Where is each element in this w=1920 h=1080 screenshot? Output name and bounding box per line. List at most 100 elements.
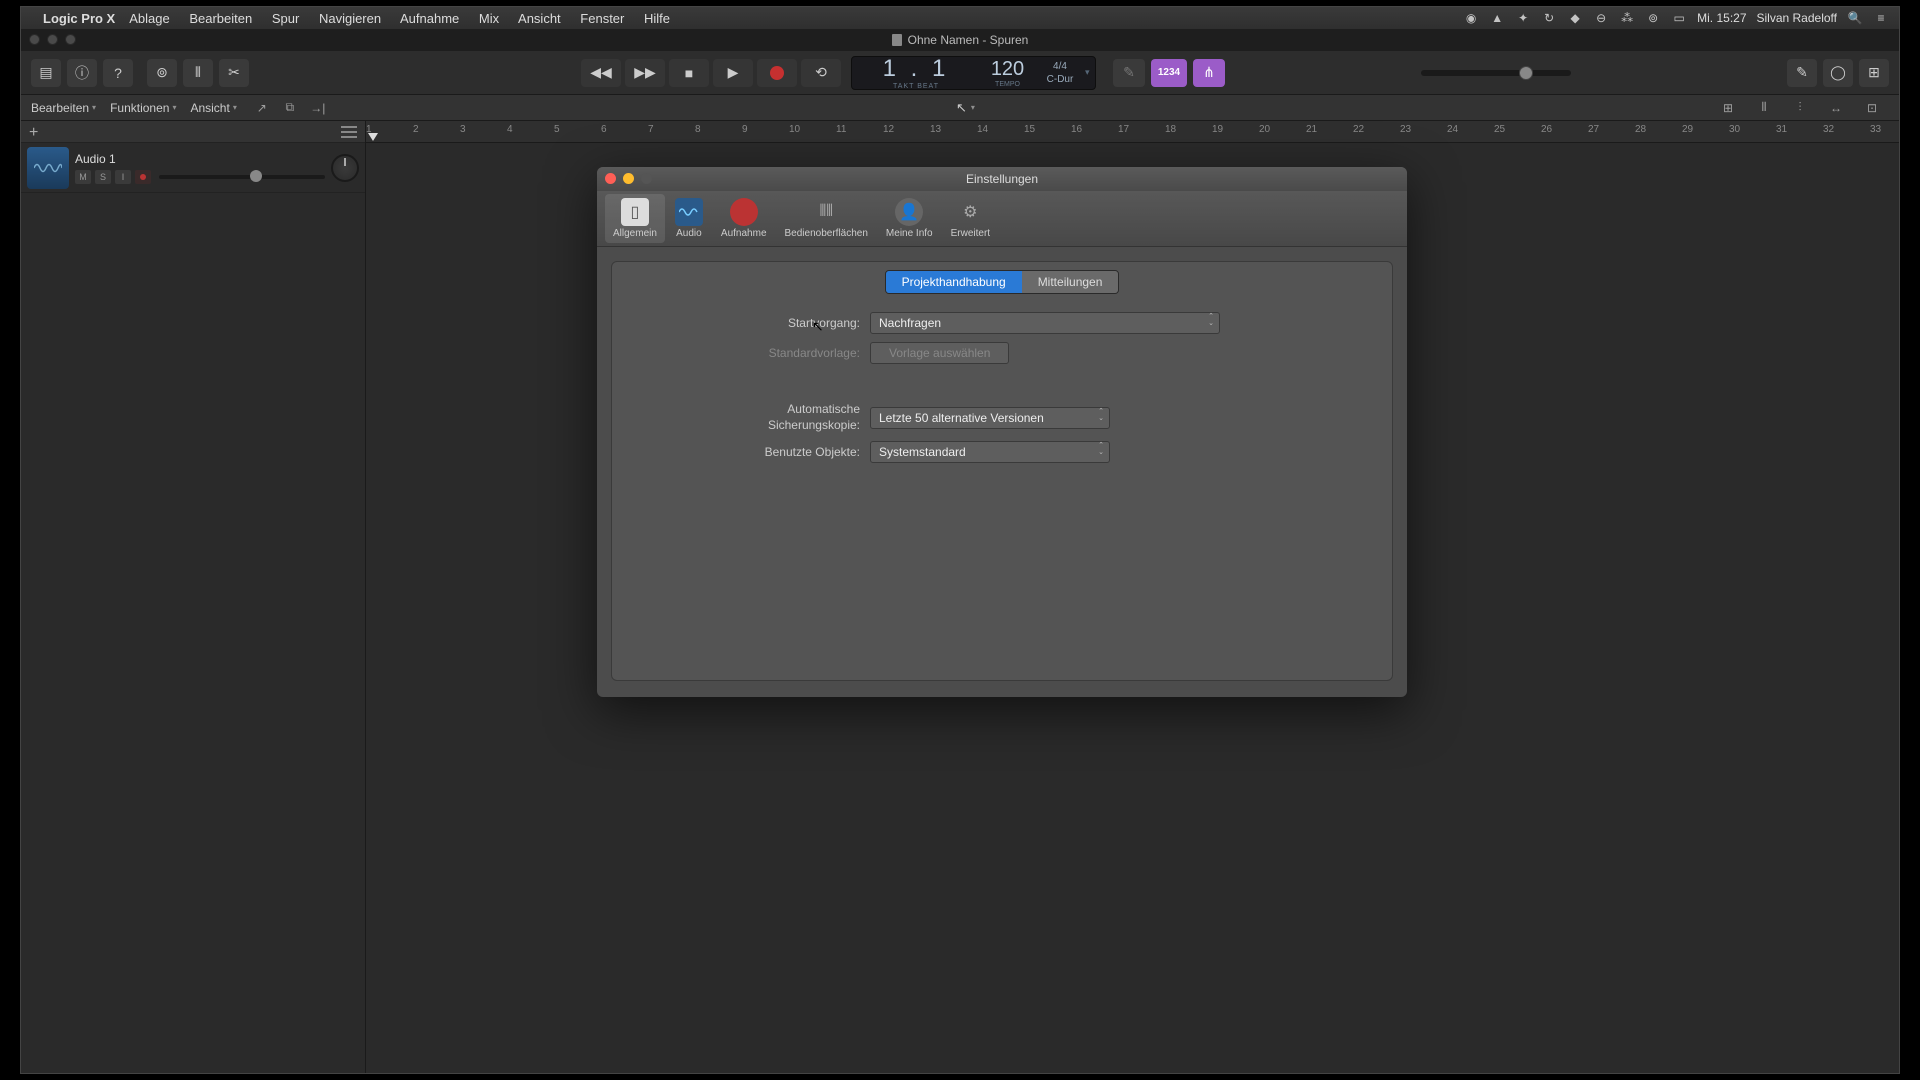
button-vorlage-auswaehlen[interactable]: Vorlage auswählen: [870, 342, 1009, 364]
track-row[interactable]: Audio 1 M S I: [21, 143, 365, 193]
tuner-button[interactable]: ⋔: [1193, 59, 1225, 87]
prefs-close-button[interactable]: [605, 173, 616, 184]
tab-meine-info[interactable]: 👤 Meine Info: [878, 194, 941, 243]
track-name[interactable]: Audio 1: [75, 152, 325, 166]
tab-erweitert[interactable]: ⚙ Erweitert: [943, 194, 998, 243]
edit-menu[interactable]: Bearbeiten: [31, 101, 96, 115]
catch-icon[interactable]: →|: [307, 99, 329, 117]
snap-icon[interactable]: ⊞: [1717, 99, 1739, 117]
slider-thumb[interactable]: [1519, 66, 1533, 80]
smart-controls-button[interactable]: ⊚: [147, 59, 177, 87]
menubar-user[interactable]: Silvan Radeloff: [1757, 11, 1838, 25]
status-icon[interactable]: ▲: [1489, 11, 1505, 25]
prefs-zoom-button: [641, 173, 652, 184]
pointer-tool-icon[interactable]: ↖: [956, 100, 967, 116]
tab-aufnahme[interactable]: Aufnahme: [713, 194, 775, 243]
rewind-button[interactable]: ◀◀: [581, 59, 621, 87]
input-monitor-button[interactable]: I: [115, 170, 131, 184]
menu-hilfe[interactable]: Hilfe: [644, 11, 670, 26]
lcd-menu-icon[interactable]: ▾: [1085, 67, 1095, 78]
master-volume-slider[interactable]: [1421, 70, 1571, 76]
status-icon[interactable]: ✦: [1515, 11, 1531, 25]
snap-icon[interactable]: ↔: [1825, 99, 1847, 117]
tab-allgemein[interactable]: ▯ Allgemein: [605, 194, 665, 243]
lcd-display[interactable]: 1 . 1 TAKT BEAT 120 TEMPO 4/4 C-Dur ▾: [851, 56, 1096, 90]
window-minimize[interactable]: [47, 34, 58, 45]
label-benutzte-objekte: Benutzte Objekte:: [630, 445, 870, 459]
add-track-button[interactable]: +: [29, 124, 49, 140]
status-icon[interactable]: ◆: [1567, 11, 1583, 25]
menu-ansicht[interactable]: Ansicht: [518, 11, 561, 26]
forward-button[interactable]: ▶▶: [625, 59, 665, 87]
lcd-key[interactable]: C-Dur: [1035, 74, 1085, 85]
menu-ablage[interactable]: Ablage: [129, 11, 169, 26]
window-close[interactable]: [29, 34, 40, 45]
snap-icon[interactable]: ⫶: [1789, 99, 1811, 117]
tab-audio[interactable]: Audio: [667, 194, 711, 243]
select-startvorgang[interactable]: Nachfragen: [870, 312, 1220, 334]
record-enable-button[interactable]: [135, 170, 151, 184]
select-sicherungskopie[interactable]: Letzte 50 alternative Versionen: [870, 407, 1110, 429]
preferences-titlebar[interactable]: Einstellungen: [597, 167, 1407, 191]
inspector-button[interactable]: ⓘ: [67, 59, 97, 87]
ruler-tick: 22: [1353, 124, 1364, 135]
play-button[interactable]: ▶: [713, 59, 753, 87]
lcd-signature[interactable]: 4/4: [1035, 61, 1085, 72]
notepad-button[interactable]: ✎: [1787, 59, 1817, 87]
functions-menu[interactable]: Funktionen: [110, 101, 176, 115]
subtab-segmented-control[interactable]: Projekthandhabung Mitteilungen: [885, 270, 1120, 294]
ruler-tick: 20: [1259, 124, 1270, 135]
editors-button[interactable]: ✂: [219, 59, 249, 87]
menu-bearbeiten[interactable]: Bearbeiten: [189, 11, 252, 26]
menu-mix[interactable]: Mix: [479, 11, 499, 26]
window-title: Ohne Namen - Spuren: [908, 33, 1029, 47]
status-icon[interactable]: ↻: [1541, 11, 1557, 25]
ruler-tick: 4: [507, 124, 513, 135]
subtab-mitteilungen[interactable]: Mitteilungen: [1022, 271, 1119, 293]
metronome-button[interactable]: ✎: [1113, 59, 1145, 87]
quickhelp-button[interactable]: ?: [103, 59, 133, 87]
wifi-icon[interactable]: ⊚: [1645, 11, 1661, 25]
solo-button[interactable]: S: [95, 170, 111, 184]
search-icon[interactable]: 🔍: [1847, 11, 1863, 25]
select-benutzte-objekte[interactable]: Systemstandard: [870, 441, 1110, 463]
menu-aufnahme[interactable]: Aufnahme: [400, 11, 459, 26]
status-icon[interactable]: ◉: [1463, 11, 1479, 25]
browser-button[interactable]: ⊞: [1859, 59, 1889, 87]
menu-navigieren[interactable]: Navigieren: [319, 11, 381, 26]
subtab-projekthandhabung[interactable]: Projekthandhabung: [886, 271, 1022, 293]
mixer-button[interactable]: ⫴: [183, 59, 213, 87]
app-menu[interactable]: Logic Pro X: [43, 11, 115, 26]
tab-bedienoberflaechen[interactable]: ⫴⫴ Bedienoberflächen: [777, 194, 876, 243]
cycle-button[interactable]: ⟲: [801, 59, 841, 87]
loops-button[interactable]: ◯: [1823, 59, 1853, 87]
menu-spur[interactable]: Spur: [272, 11, 299, 26]
ruler-tick: 3: [460, 124, 466, 135]
track-volume-slider[interactable]: [159, 175, 325, 179]
count-in-button[interactable]: 1234: [1151, 59, 1187, 87]
automation-icon[interactable]: ↗: [251, 99, 273, 117]
track-header-config-icon[interactable]: [341, 126, 357, 138]
pan-knob[interactable]: [331, 154, 359, 182]
menubar-clock[interactable]: Mi. 15:27: [1697, 11, 1746, 25]
timeline-ruler[interactable]: 1234567891011121314151617181920212223242…: [366, 121, 1899, 143]
mute-button[interactable]: M: [75, 170, 91, 184]
snap-icon[interactable]: ⫴: [1753, 99, 1775, 117]
menu-extras-icon[interactable]: ≡: [1873, 11, 1889, 25]
lcd-tempo[interactable]: 120: [980, 58, 1035, 81]
display-icon[interactable]: ▭: [1671, 11, 1687, 25]
record-button[interactable]: [757, 59, 797, 87]
view-menu[interactable]: Ansicht: [190, 101, 236, 115]
stop-button[interactable]: ■: [669, 59, 709, 87]
menu-fenster[interactable]: Fenster: [580, 11, 624, 26]
library-button[interactable]: ▤: [31, 59, 61, 87]
window-traffic-lights: [29, 34, 76, 45]
status-icon[interactable]: ⊖: [1593, 11, 1609, 25]
ruler-tick: 24: [1447, 124, 1458, 135]
prefs-minimize-button[interactable]: [623, 173, 634, 184]
tool-menu-chevron-icon[interactable]: ▾: [971, 103, 975, 112]
window-zoom[interactable]: [65, 34, 76, 45]
flex-icon[interactable]: ⧉: [279, 99, 301, 117]
snap-icon[interactable]: ⊡: [1861, 99, 1883, 117]
status-icon[interactable]: ⁂: [1619, 11, 1635, 25]
